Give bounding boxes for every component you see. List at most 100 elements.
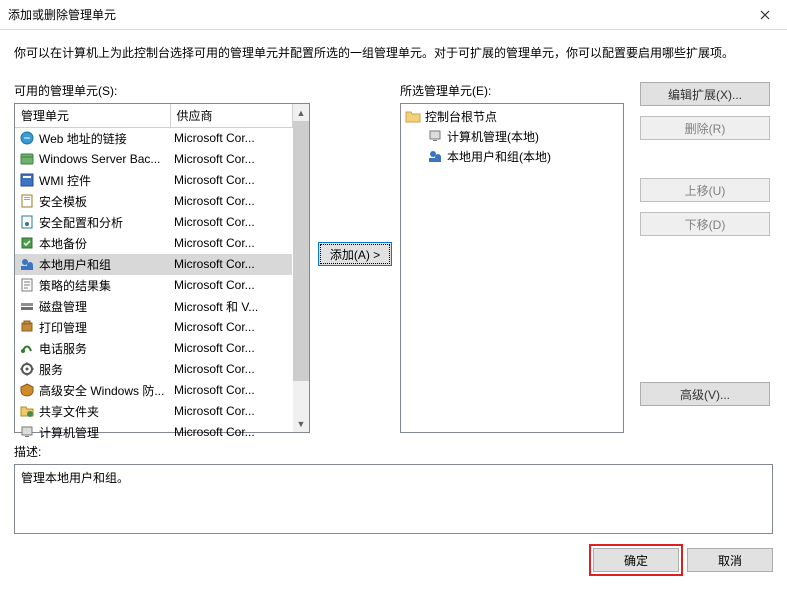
snapin-icon — [427, 128, 443, 144]
available-item[interactable]: 策略的结果集Microsoft Cor... — [15, 275, 292, 296]
edit-extensions-button[interactable]: 编辑扩展(X)... — [640, 82, 770, 106]
available-item[interactable]: 安全配置和分析 Microsoft Cor... — [15, 212, 292, 233]
snapin-vendor: Microsoft Cor... — [170, 254, 292, 275]
snapin-icon — [19, 214, 37, 230]
snapin-vendor: Microsoft Cor... — [170, 359, 292, 380]
close-icon — [760, 10, 770, 20]
snapin-name: 本地用户和组 — [39, 258, 111, 272]
snapin-icon — [19, 319, 37, 335]
snapin-name: 安全配置和分析 — [39, 216, 123, 230]
snapin-name: 高级安全 Windows 防... — [39, 384, 164, 398]
snapin-vendor: Microsoft Cor... — [170, 275, 292, 296]
snapin-name: Windows Server Bac... — [39, 152, 160, 166]
snapin-icon — [19, 424, 37, 440]
tree-child[interactable]: 本地用户和组(本地) — [405, 146, 619, 166]
snapin-icon — [19, 130, 37, 146]
snapin-icon — [19, 298, 37, 314]
column-header-vendor[interactable]: 供应商 — [170, 104, 292, 128]
snapin-vendor: Microsoft Cor... — [170, 212, 292, 233]
available-item[interactable]: 电话服务 Microsoft Cor... — [15, 338, 292, 359]
snapin-icon — [19, 256, 37, 272]
available-item[interactable]: 磁盘管理 Microsoft 和 V... — [15, 296, 292, 317]
snapin-icon — [19, 151, 37, 167]
selected-label: 所选管理单元(E): — [400, 82, 624, 99]
available-item[interactable]: 高级安全 Windows 防... Microsoft Cor... — [15, 380, 292, 401]
description-section: 描述: 管理本地用户和组。 — [14, 443, 773, 534]
available-item[interactable]: 打印管理 Microsoft Cor... — [15, 317, 292, 338]
description-label: 描述: — [14, 443, 773, 460]
available-item[interactable]: WMI 控件 Microsoft Cor... — [15, 170, 292, 191]
snapin-vendor: Microsoft Cor... — [170, 128, 292, 149]
snapin-icon — [19, 277, 37, 293]
scroll-down-icon[interactable]: ▼ — [293, 415, 309, 432]
cancel-button[interactable]: 取消 — [687, 548, 773, 572]
scroll-thumb[interactable] — [293, 121, 309, 381]
tree-root-label: 控制台根节点 — [425, 108, 497, 125]
snapin-name: 本地备份 — [39, 237, 87, 251]
snapin-name: 共享文件夹 — [39, 405, 99, 419]
available-label: 可用的管理单元(S): — [14, 82, 310, 99]
snapin-vendor: Microsoft Cor... — [170, 191, 292, 212]
description-box: 管理本地用户和组。 — [14, 464, 773, 534]
snapin-vendor: Microsoft Cor... — [170, 380, 292, 401]
snapin-icon — [19, 193, 37, 209]
move-down-button[interactable]: 下移(D) — [640, 212, 770, 236]
snapin-name: 计算机管理 — [39, 426, 99, 440]
snapin-name: 服务 — [39, 363, 63, 377]
dialog-title: 添加或删除管理单元 — [8, 6, 116, 23]
selected-tree[interactable]: 控制台根节点 计算机管理(本地) 本地用户和组(本地) — [400, 103, 624, 433]
snapin-vendor: Microsoft Cor... — [170, 422, 292, 443]
available-header-row: 管理单元 供应商 — [15, 104, 292, 128]
snapin-vendor: Microsoft Cor... — [170, 233, 292, 254]
snapin-vendor: Microsoft Cor... — [170, 338, 292, 359]
available-item[interactable]: 本地用户和组 Microsoft Cor... — [15, 254, 292, 275]
selected-column: 所选管理单元(E): 控制台根节点 计算机管理(本地) 本地用户和组(本地) — [400, 82, 624, 433]
snapin-icon — [19, 340, 37, 356]
intro-text: 你可以在计算机上为此控制台选择可用的管理单元并配置所选的一组管理单元。对于可扩展… — [14, 44, 773, 62]
title-bar: 添加或删除管理单元 — [0, 0, 787, 30]
snapin-vendor: Microsoft Cor... — [170, 149, 292, 170]
available-scrollbar[interactable]: ▲ ▼ — [293, 104, 309, 432]
available-item[interactable]: Web 地址的链接 Microsoft Cor... — [15, 128, 292, 149]
snapin-icon — [427, 148, 443, 164]
snapin-name: Web 地址的链接 — [39, 132, 127, 146]
dialog-buttons: 确定 取消 — [0, 534, 787, 572]
delete-button[interactable]: 删除(R) — [640, 116, 770, 140]
snapin-vendor: Microsoft Cor... — [170, 401, 292, 422]
available-item[interactable]: 共享文件夹 Microsoft Cor... — [15, 401, 292, 422]
add-button[interactable]: 添加(A) > — [318, 242, 392, 266]
snapin-icon — [19, 361, 37, 377]
folder-icon — [405, 108, 421, 124]
snapin-name: 安全模板 — [39, 195, 87, 209]
ok-highlight: 确定 — [593, 548, 679, 572]
snapin-vendor: Microsoft 和 V... — [170, 296, 292, 317]
snapin-name: WMI 控件 — [39, 174, 91, 188]
available-item[interactable]: Windows Server Bac... Microsoft Cor... — [15, 149, 292, 170]
column-header-snapin[interactable]: 管理单元 — [15, 104, 170, 128]
tree-child[interactable]: 计算机管理(本地) — [405, 126, 619, 146]
snapin-vendor: Microsoft Cor... — [170, 317, 292, 338]
available-item[interactable]: 本地备份 Microsoft Cor... — [15, 233, 292, 254]
available-column: 可用的管理单元(S): 管理单元 供应商 Web 地址的链接 Microsoft … — [14, 82, 310, 433]
available-item[interactable]: 计算机管理 Microsoft Cor... — [15, 422, 292, 443]
snapin-name: 磁盘管理 — [39, 300, 87, 314]
available-item[interactable]: 安全模板 Microsoft Cor... — [15, 191, 292, 212]
available-list[interactable]: 管理单元 供应商 Web 地址的链接Microsoft Cor...Window… — [14, 103, 310, 433]
move-up-button[interactable]: 上移(U) — [640, 178, 770, 202]
snapin-name: 打印管理 — [39, 321, 87, 335]
ok-button[interactable]: 确定 — [593, 548, 679, 572]
advanced-button[interactable]: 高级(V)... — [640, 382, 770, 406]
scroll-up-icon[interactable]: ▲ — [293, 104, 309, 121]
tree-child-label: 本地用户和组(本地) — [447, 148, 551, 165]
picker-row: 可用的管理单元(S): 管理单元 供应商 Web 地址的链接 Microsoft … — [14, 82, 773, 433]
middle-column: 添加(A) > — [318, 82, 392, 266]
dialog-body: 你可以在计算机上为此控制台选择可用的管理单元并配置所选的一组管理单元。对于可扩展… — [0, 30, 787, 534]
snapin-name: 电话服务 — [39, 342, 87, 356]
snapin-icon — [19, 235, 37, 251]
close-button[interactable] — [742, 0, 787, 30]
snapin-vendor: Microsoft Cor... — [170, 170, 292, 191]
snapin-icon — [19, 403, 37, 419]
tree-root[interactable]: 控制台根节点 — [405, 106, 619, 126]
available-item[interactable]: 服务 Microsoft Cor... — [15, 359, 292, 380]
scroll-track[interactable] — [293, 381, 309, 415]
